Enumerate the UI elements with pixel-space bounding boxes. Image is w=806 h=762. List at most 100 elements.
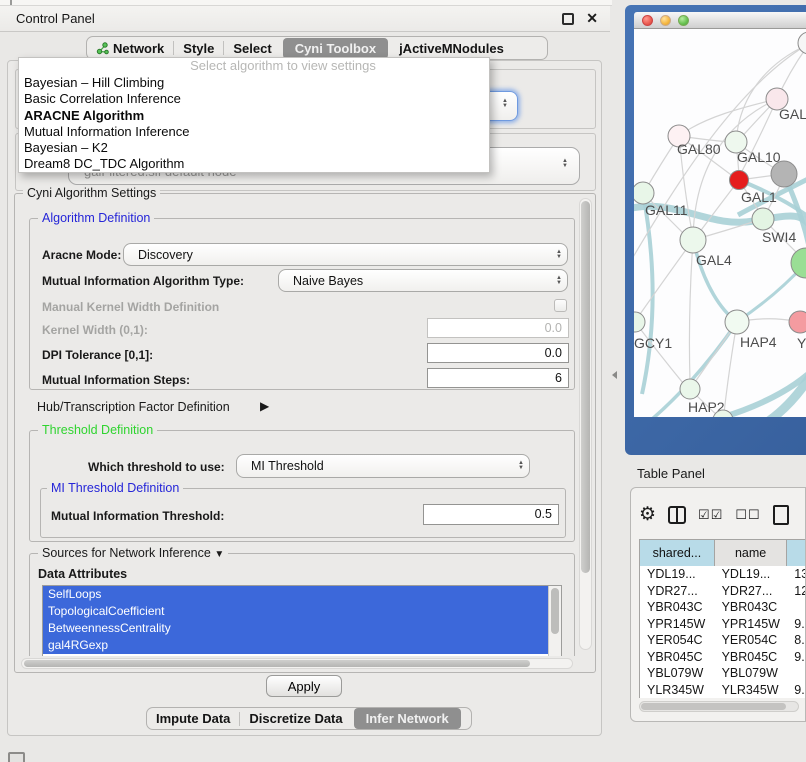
collapse-triangle-icon[interactable]: ▼	[214, 549, 224, 560]
settings-vscrollbar-thumb[interactable]	[581, 201, 590, 573]
network-window-titlebar[interactable]	[634, 12, 806, 29]
close-traffic-light-icon[interactable]	[642, 15, 653, 26]
combo-arrows-icon: ▲▼	[551, 276, 567, 286]
table-row[interactable]: YDL19...YDL19...13	[640, 566, 806, 583]
network-node-label: GAL80	[677, 141, 721, 157]
tab-discretize-data[interactable]: Discretize Data	[240, 709, 351, 728]
aracne-mode-combo[interactable]: Discovery ▲▼	[123, 243, 568, 266]
mi-threshold-group: MI Threshold Definition Mutual Informati…	[40, 488, 566, 538]
network-node-top-partial[interactable]	[798, 32, 806, 54]
which-threshold-combo[interactable]: MI Threshold ▲▼	[236, 454, 530, 478]
network-node-hap4[interactable]	[725, 310, 749, 334]
tab-discretize-data-label: Discretize Data	[249, 711, 342, 726]
algorithm-option[interactable]: ARACNE Algorithm	[19, 108, 489, 124]
data-attribute-item[interactable]: gal4RGexp	[43, 637, 548, 654]
kernel-width-field[interactable]: 0.0	[427, 318, 569, 338]
table-cell: 9.	[787, 682, 806, 699]
tab-impute-data[interactable]: Impute Data	[147, 709, 239, 728]
mi-steps-label: Mutual Information Steps:	[42, 373, 190, 387]
table-row[interactable]: YLR345WYLR345W9.	[640, 682, 806, 699]
minimize-traffic-light-icon[interactable]	[660, 15, 671, 26]
network-canvas[interactable]: GALGAL80GAL10GAL1GAL11SWI4GAL4GCY1HAP4YH…	[634, 29, 806, 417]
network-node-y-cut[interactable]	[789, 311, 806, 333]
table-cell: 13	[787, 566, 806, 583]
mi-steps-field[interactable]: 6	[427, 368, 569, 388]
which-threshold-value: MI Threshold	[237, 459, 513, 473]
tab-cyni-toolbox-label: Cyni Toolbox	[295, 41, 376, 56]
tab-infer-network[interactable]: Infer Network	[354, 708, 461, 729]
tab-network[interactable]: Network	[87, 39, 173, 58]
network-node-green-right[interactable]	[791, 248, 806, 278]
close-icon[interactable]: ✕	[586, 10, 598, 27]
table-row[interactable]: YER054CYER054C8.	[640, 632, 806, 649]
table-cell: YDR27...	[640, 583, 715, 600]
table-cell: YDL19...	[715, 566, 788, 583]
zoom-traffic-light-icon[interactable]	[678, 15, 689, 26]
column-header-cut[interactable]	[787, 540, 806, 567]
settings-horizontal-scrollbar[interactable]	[21, 658, 573, 669]
column-header-shared-name[interactable]: shared...	[640, 540, 715, 567]
float-window-icon[interactable]	[562, 13, 574, 25]
table-cell: YER054C	[715, 632, 788, 649]
collapsed-panel-icon[interactable]	[8, 752, 25, 762]
data-attribute-item[interactable]: BetweennessCentrality	[43, 620, 548, 637]
table-horizontal-scrollbar[interactable]	[639, 701, 799, 712]
network-node-gal4[interactable]	[680, 227, 706, 253]
gear-icon[interactable]: ⚙	[639, 505, 656, 525]
settings-scroll-viewport: Algorithm Definition Aracne Mode: Discov…	[17, 198, 579, 656]
panel-splitter-arrow[interactable]	[612, 371, 617, 379]
table-cell: YBR043C	[640, 599, 715, 616]
manual-kernel-checkbox[interactable]	[554, 299, 567, 312]
network-node-swi4[interactable]	[752, 208, 774, 230]
tab-jactivemnodules[interactable]: jActiveMNodules	[390, 39, 513, 58]
list-scrollbar[interactable]	[548, 586, 561, 656]
hub-definition-label: Hub/Transcription Factor Definition	[37, 400, 230, 414]
which-threshold-label: Which threshold to use:	[88, 460, 225, 474]
network-node-gray-node[interactable]	[771, 161, 797, 187]
network-node-red-node[interactable]	[730, 171, 749, 190]
network-edge	[638, 240, 693, 317]
table-row[interactable]: YPR145WYPR145W9.	[640, 616, 806, 633]
hub-expander-icon[interactable]: ▶	[260, 399, 269, 413]
mi-threshold-field[interactable]: 0.5	[423, 504, 559, 525]
table-row[interactable]: YBR045CYBR045C9.	[640, 649, 806, 666]
data-attribute-item[interactable]: TopologicalCoefficient	[43, 603, 548, 620]
select-all-checkboxes-icon[interactable]: ☑☑	[698, 507, 723, 523]
tab-style-label: Style	[183, 41, 214, 56]
settings-vertical-scrollbar[interactable]	[579, 198, 592, 650]
network-edge	[642, 193, 653, 394]
network-node-label: GAL10	[737, 149, 781, 165]
algorithm-option[interactable]: Mutual Information Inference	[19, 124, 489, 140]
mi-type-combo[interactable]: Naive Bayes ▲▼	[278, 269, 568, 292]
network-node-label: GAL	[779, 106, 806, 122]
table-row[interactable]: YBR043CYBR043C	[640, 599, 806, 616]
network-node-label: GAL4	[696, 252, 732, 268]
columns-icon[interactable]	[668, 506, 686, 524]
tab-cyni-toolbox[interactable]: Cyni Toolbox	[283, 38, 388, 59]
list-scrollbar-thumb[interactable]	[551, 588, 559, 634]
table-row[interactable]: YBL079WYBL079W	[640, 665, 806, 682]
algorithm-option[interactable]: Dream8 DC_TDC Algorithm	[19, 156, 489, 172]
algorithm-option[interactable]: Basic Correlation Inference	[19, 91, 489, 107]
tab-select-label: Select	[233, 41, 271, 56]
network-node-gal11[interactable]	[634, 182, 654, 204]
tab-style[interactable]: Style	[174, 39, 223, 58]
network-graph-icon	[96, 42, 109, 55]
settings-hscrollbar-thumb[interactable]	[24, 660, 530, 667]
tab-select[interactable]: Select	[224, 39, 280, 58]
column-header-name[interactable]: name	[714, 540, 787, 567]
data-attribute-item[interactable]: SelfLoops	[43, 586, 548, 603]
dpi-tolerance-field[interactable]: 0.0	[427, 343, 569, 363]
table-hscrollbar-thumb[interactable]	[641, 703, 786, 710]
deselect-all-checkboxes-icon[interactable]: ☐☐	[735, 507, 760, 523]
export-table-file-icon[interactable]	[773, 505, 789, 525]
network-node-label: HAP4	[740, 334, 777, 350]
network-node-gcy1[interactable]	[634, 312, 645, 332]
apply-button[interactable]: Apply	[266, 675, 342, 697]
algorithm-option[interactable]: Bayesian – Hill Climbing	[19, 75, 489, 91]
network-node-label: GAL1	[741, 189, 777, 205]
algorithm-option[interactable]: Bayesian – K2	[19, 140, 489, 156]
table-row[interactable]: YDR27...YDR27...12	[640, 583, 806, 600]
network-node-hap2[interactable]	[680, 379, 700, 399]
table-cell: 9.	[787, 649, 806, 666]
